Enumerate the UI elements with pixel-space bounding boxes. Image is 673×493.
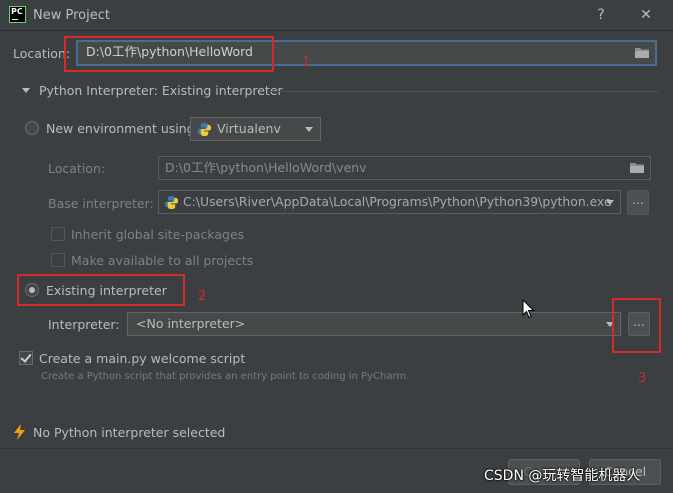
- venv-location-label: Location:: [48, 161, 106, 176]
- location-label: Location:: [13, 46, 71, 61]
- annotation-box-3: [612, 298, 661, 353]
- section-divider: [268, 91, 658, 92]
- env-type-value: Virtualenv: [217, 121, 281, 136]
- base-interpreter-dropdown[interactable]: C:\Users\River\AppData\Local\Programs\Py…: [158, 190, 621, 214]
- annotation-box-2: [17, 274, 185, 306]
- section-collapse-icon[interactable]: [22, 88, 30, 93]
- chevron-down-icon: [305, 127, 313, 132]
- close-button[interactable]: ✕: [633, 5, 659, 25]
- venv-location-input[interactable]: D:\0工作\python\HelloWord\venv: [158, 156, 651, 180]
- make-available-label: Make available to all projects: [71, 253, 254, 268]
- annotation-box-1: [64, 36, 274, 72]
- annotation-number-3: 3: [638, 371, 647, 386]
- window-title: New Project: [33, 8, 110, 23]
- interpreter-section-title[interactable]: Python Interpreter: Existing interpreter: [39, 83, 283, 98]
- folder-icon[interactable]: [634, 47, 650, 59]
- welcome-script-label[interactable]: Create a main.py welcome script: [39, 351, 245, 366]
- welcome-script-checkbox[interactable]: [19, 351, 33, 365]
- make-available-checkbox[interactable]: [51, 253, 65, 267]
- annotation-number-2: 2: [198, 289, 207, 304]
- annotation-number-1: 1: [302, 55, 311, 70]
- inherit-packages-label: Inherit global site-packages: [71, 227, 245, 242]
- chevron-down-icon: [606, 200, 614, 205]
- base-interpreter-label: Base interpreter:: [48, 196, 154, 211]
- base-interpreter-browse-button[interactable]: ...: [627, 190, 649, 215]
- lightning-icon: [14, 424, 25, 440]
- folder-icon[interactable]: [629, 162, 645, 174]
- interpreter-label: Interpreter:: [48, 317, 120, 332]
- interpreter-dropdown[interactable]: <No interpreter>: [127, 312, 621, 336]
- python-logo-icon: [164, 195, 179, 210]
- welcome-script-description: Create a Python script that provides an …: [41, 371, 410, 382]
- button-bar: Create Cancel CSDN @玩转智能机器人: [0, 448, 673, 493]
- help-button[interactable]: ?: [588, 5, 614, 25]
- mouse-cursor-icon: [522, 299, 535, 319]
- interpreter-value: <No interpreter>: [136, 316, 246, 331]
- inherit-packages-checkbox[interactable]: [51, 227, 65, 241]
- python-logo-icon: [197, 122, 212, 137]
- base-interpreter-value: C:\Users\River\AppData\Local\Programs\Py…: [183, 194, 612, 209]
- watermark-text: CSDN @玩转智能机器人: [484, 468, 641, 484]
- pycharm-app-icon: PC: [9, 6, 26, 23]
- new-environment-radio[interactable]: [25, 121, 39, 135]
- new-environment-label[interactable]: New environment using: [46, 121, 195, 136]
- status-message: No Python interpreter selected: [33, 425, 226, 440]
- title-bar: PC New Project ? ✕: [0, 0, 673, 31]
- env-type-dropdown[interactable]: Virtualenv: [190, 117, 321, 141]
- app-icon-text: PC: [11, 7, 23, 16]
- venv-location-value: D:\0工作\python\HelloWord\venv: [165, 160, 367, 175]
